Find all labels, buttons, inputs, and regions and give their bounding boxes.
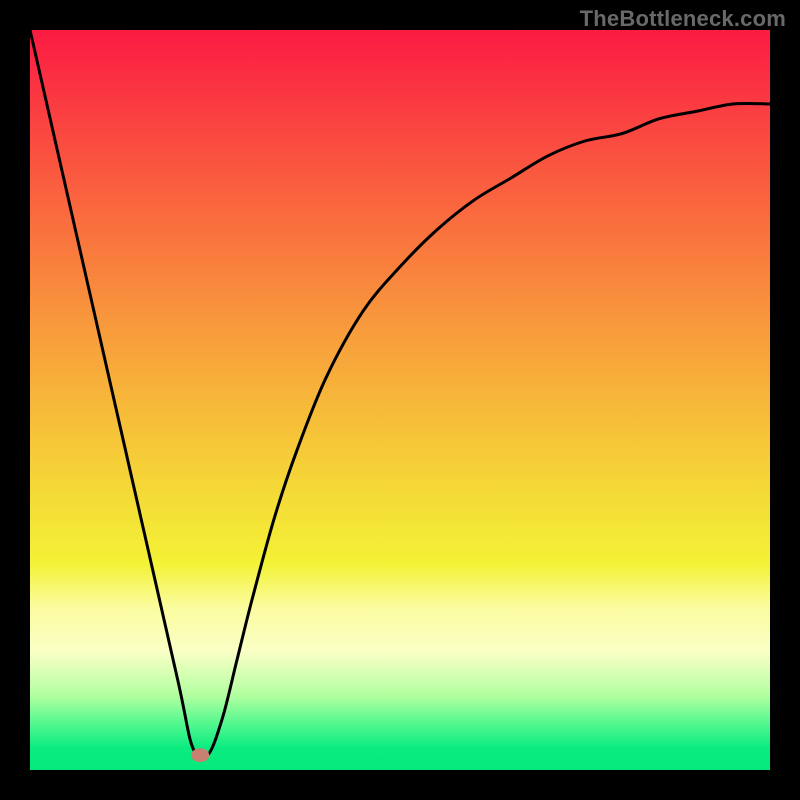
plot-frame <box>30 30 770 770</box>
gradient-background <box>30 30 770 770</box>
watermark-text: TheBottleneck.com <box>580 6 786 32</box>
bottleneck-chart <box>30 30 770 770</box>
optimal-marker <box>191 748 209 762</box>
